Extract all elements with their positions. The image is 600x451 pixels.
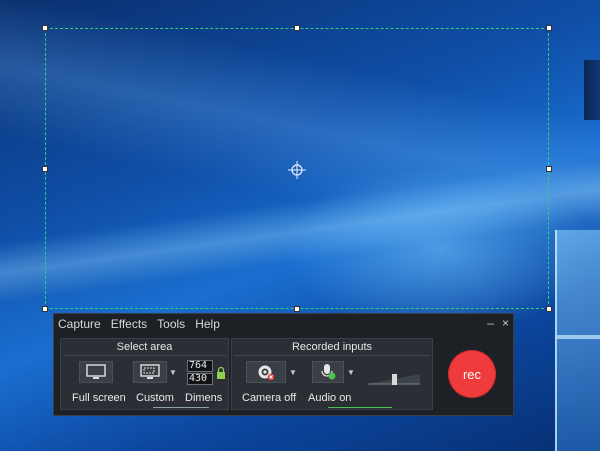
full-screen-button[interactable] [79,361,113,383]
minimize-button[interactable]: – [487,316,494,330]
resize-handle-top-left[interactable] [42,25,48,31]
recorded-inputs-title: Recorded inputs [291,341,373,353]
audio-level-connector [328,407,392,408]
menu-bar: Capture Effects Tools Help [54,314,513,334]
resize-handle-bottom-right[interactable] [546,306,552,312]
select-area-panel: Select area Full screen ▼ Custom 764 430 [60,338,229,410]
menu-tools[interactable]: Tools [157,317,185,331]
custom-area-icon [140,364,160,379]
audio-on-label: Audio on [308,392,352,404]
windows-logo-pane [555,230,600,451]
custom-area-button[interactable] [133,361,167,383]
recorder-toolbar: Capture Effects Tools Help – × Select ar… [53,313,514,416]
audio-dropdown-icon[interactable]: ▼ [347,368,355,377]
resize-handle-top[interactable] [294,25,300,31]
panel-divider [63,355,226,356]
height-field[interactable]: 430 [187,373,213,385]
monitor-icon [86,364,106,379]
microphone-icon [321,364,336,380]
window-controls: – × [487,316,509,330]
audio-toggle-button[interactable] [312,361,344,383]
camera-off-icon [258,365,275,381]
resize-handle-right[interactable] [546,166,552,172]
menu-capture[interactable]: Capture [58,317,101,331]
resize-handle-left[interactable] [42,166,48,172]
close-button[interactable]: × [502,316,509,330]
panel-divider [234,355,430,356]
resize-handle-bottom-left[interactable] [42,306,48,312]
width-field[interactable]: 764 [187,360,213,372]
menu-effects[interactable]: Effects [111,317,147,331]
background-window-edge [584,60,600,120]
crosshair-icon[interactable] [287,160,307,180]
select-area-title: Select area [116,341,173,353]
camera-dropdown-icon[interactable]: ▼ [289,368,297,377]
camera-toggle-button[interactable] [246,361,286,383]
resize-handle-top-right[interactable] [546,25,552,31]
audio-volume-slider[interactable] [368,372,420,386]
recorded-inputs-panel: Recorded inputs ▼ Camera off ▼ Audio on [231,338,433,410]
dimensions-label: Dimens [185,392,223,404]
mode-connector [153,407,209,408]
full-screen-label: Full screen [72,392,126,404]
resize-handle-bottom[interactable] [294,306,300,312]
custom-label: Custom [136,392,174,404]
rec-button[interactable]: rec [448,350,496,398]
lock-icon[interactable] [216,366,226,380]
custom-area-dropdown-icon[interactable]: ▼ [169,368,177,377]
menu-help[interactable]: Help [195,317,220,331]
camera-off-label: Camera off [242,392,297,404]
dimensions-control: 764 430 [187,360,229,386]
